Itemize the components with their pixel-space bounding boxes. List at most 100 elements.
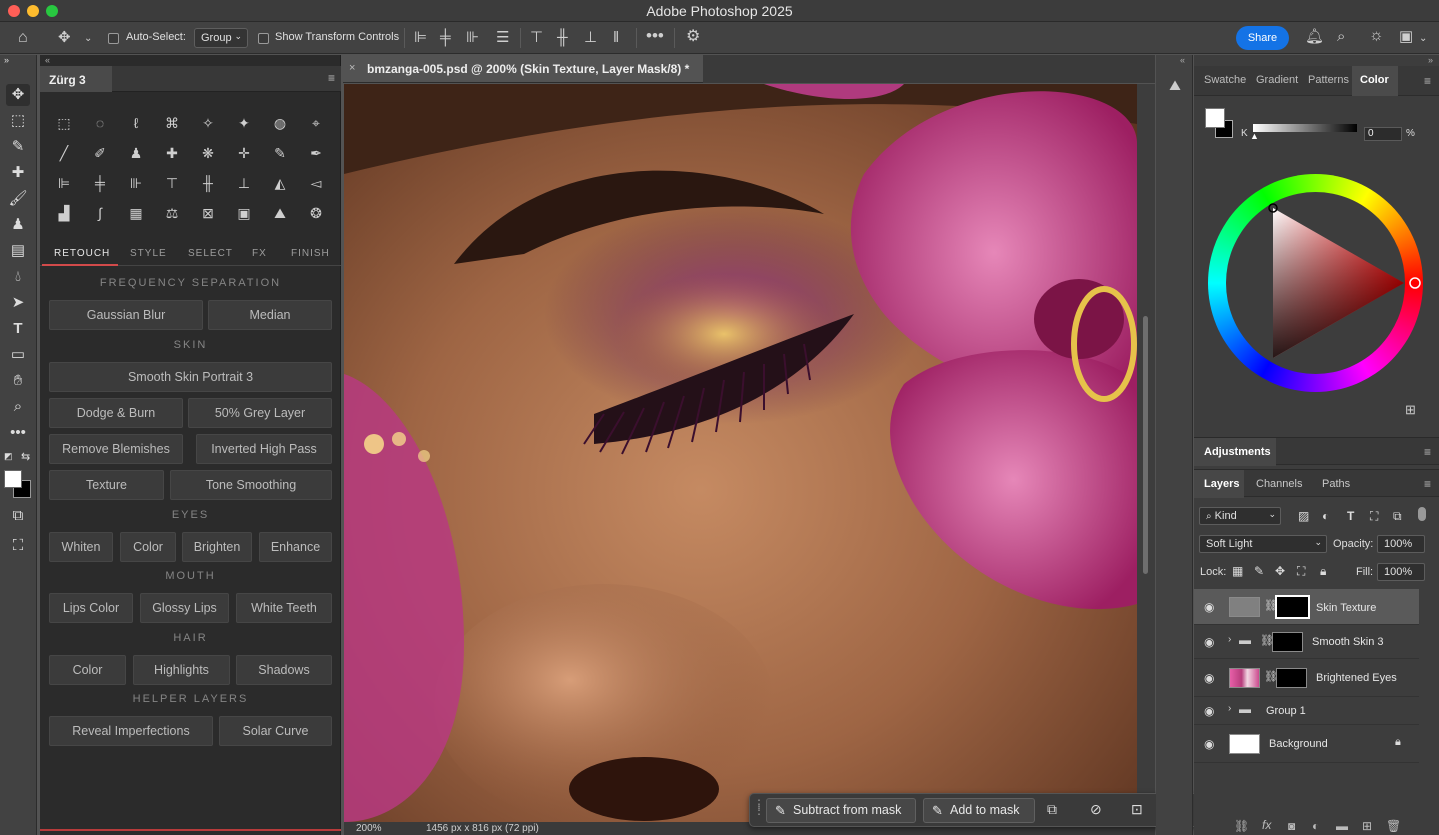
align-top-icon[interactable]: ⊤ <box>162 173 182 193</box>
align-bottom-icon[interactable]: ⊥ <box>234 173 254 193</box>
stamp-icon[interactable]: ♟ <box>126 143 146 163</box>
layer-row-background[interactable]: ◉ Background 🔒︎ <box>1194 725 1419 763</box>
auto-select-checkbox[interactable] <box>108 33 119 44</box>
blend-mode-dropdown[interactable]: Soft Light ⌄ <box>1199 535 1327 553</box>
gradient-tool[interactable]: ▤ <box>6 240 30 262</box>
flip-vertical-icon[interactable]: ◅ <box>306 173 326 193</box>
inverted-high-pass-button[interactable]: Inverted High Pass <box>196 434 332 464</box>
invert-mask-icon[interactable]: ⊡ <box>1131 801 1143 818</box>
add-swatch-icon[interactable]: ⊞ <box>1405 402 1416 418</box>
select-subject-icon[interactable]: ⌖ <box>306 113 326 133</box>
close-tab-icon[interactable]: × <box>349 62 355 74</box>
align-bottom-icon[interactable]: ⊥ <box>584 30 597 45</box>
collapse-icon[interactable]: » <box>4 55 28 65</box>
image-canvas[interactable] <box>344 84 1137 822</box>
layer-row-smooth-skin[interactable]: ◉ › ▬ ⛓ Smooth Skin 3 <box>1194 625 1419 659</box>
default-colors-icon[interactable]: ◩ <box>4 451 13 462</box>
slider-handle[interactable]: ▲ <box>1250 131 1259 141</box>
lock-icon[interactable]: 🔒︎ <box>1395 736 1401 749</box>
layer-mask-thumbnail[interactable] <box>1275 595 1310 619</box>
tab-paths[interactable]: Paths <box>1322 478 1350 490</box>
lock-transparent-icon[interactable]: ▦ <box>1232 564 1243 578</box>
layer-row-brightened-eyes[interactable]: ◉ ⛓ Brightened Eyes <box>1194 659 1419 697</box>
filter-toggle[interactable] <box>1418 507 1426 521</box>
disable-mask-icon[interactable]: ⊘ <box>1090 801 1102 818</box>
panel-menu-icon[interactable]: ≡ <box>1424 445 1431 459</box>
tone-smoothing-button[interactable]: Tone Smoothing <box>170 470 332 500</box>
bandage-icon[interactable]: ✚ <box>162 143 182 163</box>
k-slider-track[interactable] <box>1253 124 1357 132</box>
enhance-button[interactable]: Enhance <box>259 532 332 562</box>
layer-mask-thumbnail[interactable] <box>1272 632 1303 652</box>
fx-icon[interactable]: fx <box>1262 818 1271 832</box>
move-tool[interactable]: ✥ <box>6 84 30 106</box>
lock-position-icon[interactable]: ✥ <box>1275 564 1285 578</box>
tab-finish[interactable]: FINISH <box>291 248 330 259</box>
align-right-icon[interactable]: ⊪ <box>126 173 146 193</box>
rectangle-tool[interactable]: ▭ <box>6 344 30 366</box>
brush-icon[interactable]: ╱ <box>54 143 74 163</box>
levels-icon[interactable]: ▟ <box>54 203 74 223</box>
subtract-from-mask-button[interactable]: ✎ Subtract from mask <box>766 798 916 823</box>
align-left-icon[interactable]: ⊫ <box>54 173 74 193</box>
fill-input[interactable]: 100% <box>1377 563 1425 581</box>
dodge-burn-button[interactable]: Dodge & Burn <box>49 398 183 428</box>
solar-curve-button[interactable]: Solar Curve <box>219 716 332 746</box>
eyedropper-tool[interactable]: ✎ <box>6 136 30 158</box>
align-middle-icon[interactable]: ╫ <box>198 173 218 193</box>
move-tool-icon[interactable]: ✥ <box>58 30 71 45</box>
align-hcenter-icon[interactable]: ╪ <box>440 30 451 45</box>
tab-style[interactable]: STYLE <box>130 248 167 259</box>
glossy-lips-button[interactable]: Glossy Lips <box>140 593 229 623</box>
panel-menu-icon[interactable]: ≡ <box>328 71 335 85</box>
type-tool[interactable]: T <box>6 318 30 340</box>
panel-menu-icon[interactable]: ≡ <box>1424 477 1431 491</box>
filter-adjustment-icon[interactable]: ◐ <box>1322 509 1329 523</box>
link-layers-icon[interactable]: ⛓ <box>1234 819 1249 833</box>
smooth-skin-button[interactable]: Smooth Skin Portrait 3 <box>49 362 332 392</box>
bell-icon[interactable]: 🔔︎ <box>1305 29 1324 44</box>
pen-icon[interactable]: ✒ <box>306 143 326 163</box>
more-options-icon[interactable]: ••• <box>646 27 664 44</box>
brush-tool[interactable]: 🖌︎ <box>6 188 30 210</box>
gear-icon[interactable]: ⚙ <box>686 29 700 45</box>
distribute-vertical-icon[interactable]: ‖ <box>613 30 619 45</box>
median-button[interactable]: Median <box>208 300 332 330</box>
magic-wand-icon[interactable]: ✧ <box>198 113 218 133</box>
history-panel-icon[interactable]: ⛰ <box>1166 77 1184 95</box>
white-teeth-button[interactable]: White Teeth <box>236 593 332 623</box>
align-left-icon[interactable]: ⊫ <box>414 30 427 45</box>
align-vcenter-icon[interactable]: ╫ <box>557 30 568 45</box>
filter-smart-object-icon[interactable]: ⧉ <box>1393 509 1402 524</box>
clone-stamp-tool[interactable]: ♟ <box>6 214 30 236</box>
marquee-tool[interactable]: ⬚ <box>6 110 30 132</box>
object-select-icon[interactable]: ◍ <box>270 113 290 133</box>
reveal-imperfections-button[interactable]: Reveal Imperfections <box>49 716 213 746</box>
lightbulb-icon[interactable]: ☼ <box>1369 28 1384 44</box>
quick-mask-icon[interactable]: ⛶ <box>6 535 30 557</box>
spot-heal-icon[interactable]: ✛ <box>234 143 254 163</box>
visibility-eye-icon[interactable]: ◉ <box>1204 737 1214 751</box>
lips-color-button[interactable]: Lips Color <box>49 593 133 623</box>
align-center-icon[interactable]: ╪ <box>90 173 110 193</box>
gradient-fill-icon[interactable]: ▣ <box>234 203 254 223</box>
lasso-icon[interactable]: ℓ <box>126 113 146 133</box>
polygon-lasso-icon[interactable]: ⌘ <box>162 113 182 133</box>
share-button[interactable]: Share <box>1236 26 1289 50</box>
k-value-input[interactable]: 0 <box>1364 127 1402 141</box>
panel-menu-icon[interactable]: ≡ <box>1424 74 1431 88</box>
highlights-button[interactable]: Highlights <box>133 655 230 685</box>
patch-icon[interactable]: ❋ <box>198 143 218 163</box>
curves-icon[interactable]: ∫ <box>90 203 110 223</box>
image-icon[interactable]: ⛰ <box>270 203 290 223</box>
zoom-tool[interactable]: ⌕ <box>6 396 30 418</box>
flip-horizontal-icon[interactable]: ◭ <box>270 173 290 193</box>
trash-icon[interactable]: 🗑︎ <box>1386 819 1401 833</box>
foreground-color-swatch[interactable] <box>4 470 22 488</box>
zoom-level[interactable]: 200% <box>356 823 382 834</box>
tab-swatches[interactable]: Swatche <box>1204 74 1246 86</box>
visibility-eye-icon[interactable]: ◉ <box>1204 704 1214 718</box>
foreground-color-swatch[interactable] <box>1205 108 1225 128</box>
new-group-icon[interactable]: ▬ <box>1336 819 1348 833</box>
filter-type-icon[interactable]: T <box>1347 509 1354 523</box>
